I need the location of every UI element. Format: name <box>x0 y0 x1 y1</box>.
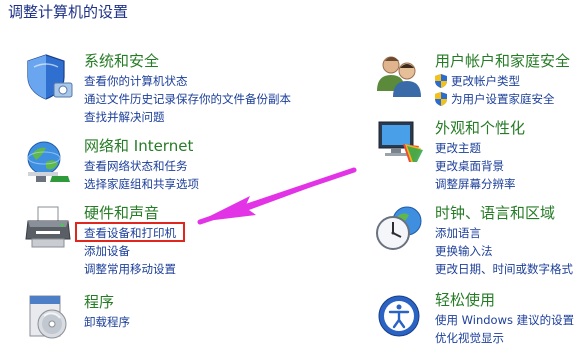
category-title-clock[interactable]: 时钟、语言和区域 <box>435 203 573 224</box>
uac-shield-icon <box>435 92 447 106</box>
users-icon[interactable] <box>375 51 425 101</box>
category-title-users[interactable]: 用户帐户和家庭安全 <box>435 51 570 72</box>
link-uninstall-program[interactable]: 卸载程序 <box>84 313 130 331</box>
programs-disc-icon[interactable] <box>24 292 74 342</box>
category-title-hardware[interactable]: 硬件和声音 <box>84 203 176 224</box>
link-family-safety[interactable]: 为用户设置家庭安全 <box>435 90 570 108</box>
link-add-language[interactable]: 添加语言 <box>435 224 573 242</box>
link-date-time-format[interactable]: 更改日期、时间或数字格式 <box>435 260 573 278</box>
shield-security-icon[interactable] <box>24 51 74 101</box>
link-screen-resolution[interactable]: 调整屏幕分辨率 <box>435 175 525 193</box>
link-add-device[interactable]: 添加设备 <box>84 242 176 260</box>
link-network-status[interactable]: 查看网络状态和任务 <box>84 157 199 175</box>
network-globe-icon[interactable] <box>24 136 74 186</box>
link-desktop-background[interactable]: 更改桌面背景 <box>435 157 525 175</box>
highlight-box <box>75 222 185 242</box>
link-change-input-method[interactable]: 更换输入法 <box>435 242 573 260</box>
link-file-history-backup[interactable]: 通过文件历史记录保存你的文件备份副本 <box>84 90 291 108</box>
link-optimize-visual[interactable]: 优化视觉显示 <box>435 329 574 347</box>
link-troubleshoot[interactable]: 查找并解决问题 <box>84 108 291 126</box>
link-recommended-settings[interactable]: 使用 Windows 建议的设置 <box>435 311 574 329</box>
category-title-system[interactable]: 系统和安全 <box>84 51 291 72</box>
link-homegroup-sharing[interactable]: 选择家庭组和共享选项 <box>84 175 199 193</box>
link-mobility-settings[interactable]: 调整常用移动设置 <box>84 260 176 278</box>
printer-icon[interactable] <box>24 203 74 253</box>
page-title: 调整计算机的设置 <box>8 3 129 21</box>
clock-globe-icon[interactable] <box>375 203 425 253</box>
link-change-theme[interactable]: 更改主题 <box>435 139 525 157</box>
link-label: 更改帐户类型 <box>451 74 520 88</box>
ease-of-access-icon[interactable] <box>375 290 425 340</box>
link-view-computer-status[interactable]: 查看你的计算机状态 <box>84 72 291 90</box>
link-label: 为用户设置家庭安全 <box>451 92 555 106</box>
category-title-ease[interactable]: 轻松使用 <box>435 290 574 311</box>
category-title-appearance[interactable]: 外观和个性化 <box>435 118 525 139</box>
category-title-network[interactable]: 网络和 Internet <box>84 136 199 157</box>
link-change-account-type[interactable]: 更改帐户类型 <box>435 72 570 90</box>
uac-shield-icon <box>435 74 447 88</box>
category-title-programs[interactable]: 程序 <box>84 292 130 313</box>
monitor-palette-icon[interactable] <box>375 118 425 168</box>
